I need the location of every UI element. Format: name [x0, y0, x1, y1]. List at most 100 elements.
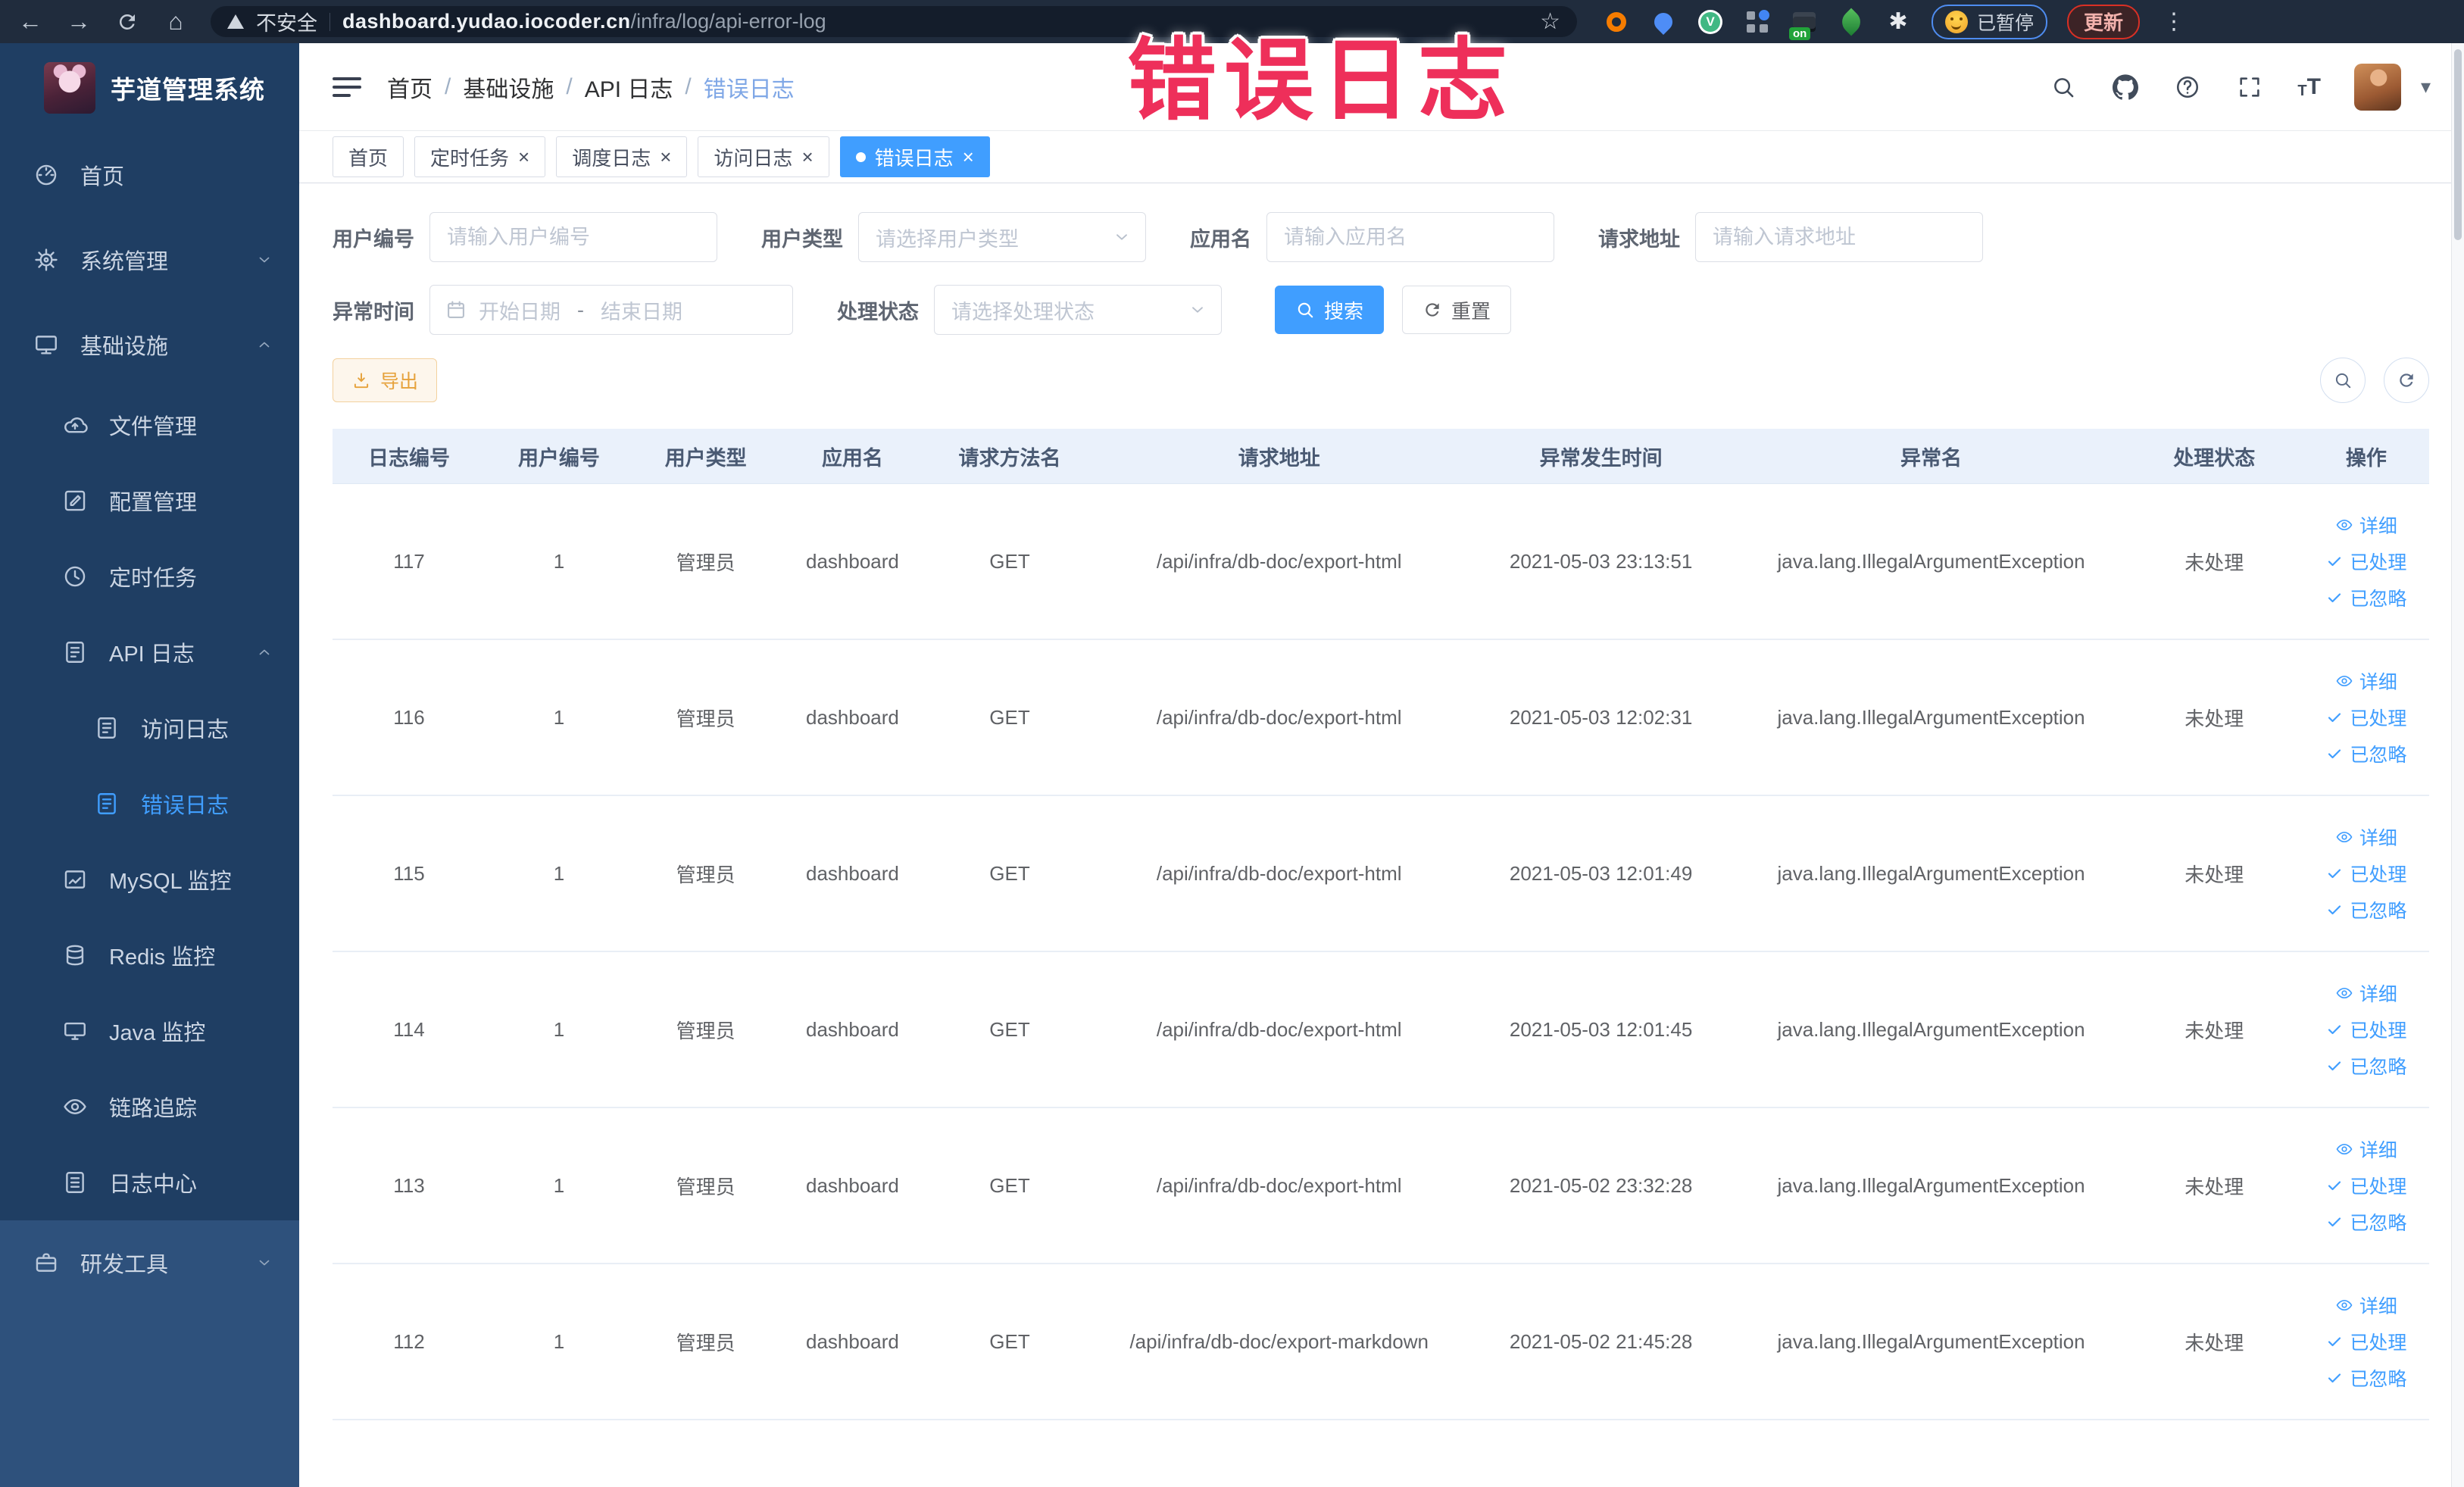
cell-user-type: 管理员 [632, 639, 779, 796]
sidebar-item-trace[interactable]: 链路追踪 [0, 1069, 299, 1145]
sidebar-logo[interactable]: 芋道管理系统 [0, 43, 299, 133]
action-ignored-link[interactable]: 已忽略 [2325, 1364, 2406, 1392]
avatar-caret-icon[interactable]: ▾ [2421, 75, 2431, 98]
action-detail-link[interactable]: 详细 [2335, 1136, 2397, 1163]
paused-extension-pill[interactable]: 已暂停 [1932, 4, 2048, 39]
check-icon [2325, 1176, 2344, 1195]
sidebar-item-label: 访问日志 [141, 718, 230, 742]
breadcrumb-separator: / [685, 73, 692, 99]
breadcrumb-home[interactable]: 首页 [387, 70, 433, 104]
action-detail-link[interactable]: 详细 [2335, 667, 2397, 695]
user-id-input[interactable] [429, 212, 717, 262]
sidebar-item-log-center[interactable]: 日志中心 [0, 1145, 299, 1220]
tab-close-icon[interactable]: × [660, 147, 671, 167]
action-processed-link[interactable]: 已处理 [2325, 860, 2406, 887]
sidebar-item-devtools[interactable]: 研发工具 [0, 1220, 299, 1305]
cell-method: GET [926, 483, 1094, 640]
action-processed-link[interactable]: 已处理 [2325, 1016, 2406, 1043]
breadcrumb-separator: / [445, 73, 451, 99]
action-processed-link[interactable]: 已处理 [2325, 548, 2406, 575]
app-name-input[interactable] [1266, 212, 1554, 262]
sidebar: 芋道管理系统 首页 系统管理 基础设施 文件管理 配置管理 定时任务 API 日志访问日志错… [0, 43, 299, 1487]
cell-user-id: 1 [486, 795, 632, 952]
search-button[interactable]: 搜索 [1275, 286, 1385, 334]
action-processed-link[interactable]: 已处理 [2325, 1172, 2406, 1199]
extension-icon-switch[interactable]: on [1789, 8, 1818, 40]
check-icon [2325, 552, 2344, 570]
tab-close-icon[interactable]: × [801, 147, 813, 167]
sidebar-item-access-logs[interactable]: 访问日志 [0, 690, 299, 766]
sidebar-item-infrastructure[interactable]: 基础设施 [0, 302, 299, 387]
process-status-placeholder: 请选择处理状态 [951, 300, 1095, 323]
scrollbar-thumb[interactable] [2454, 49, 2462, 240]
forward-icon[interactable]: → [65, 8, 92, 36]
table-row: 115 1 管理员 dashboard GET/api/infra/db-doc/exp… [333, 795, 2429, 952]
reset-button[interactable]: 重置 [1402, 286, 1512, 334]
tab-scheduled-tasks[interactable]: 定时任务 × [414, 136, 546, 177]
tab-close-icon[interactable]: × [963, 147, 974, 167]
sidebar-item-java-monitor[interactable]: Java 监控 [0, 993, 299, 1069]
extension-icon-blue-drop[interactable] [1650, 8, 1677, 36]
help-icon[interactable] [2173, 73, 2202, 102]
action-ignored-link[interactable]: 已忽略 [2325, 1052, 2406, 1079]
tab-schedule-logs[interactable]: 调度日志 × [556, 136, 688, 177]
browser-update-button[interactable]: 更新 [2067, 4, 2141, 39]
sidebar-item-label: Java 监控 [109, 1021, 206, 1045]
action-ignored-link[interactable]: 已忽略 [2325, 740, 2406, 767]
sidebar-item-system-management[interactable]: 系统管理 [0, 217, 299, 302]
sidebar-item-file-management[interactable]: 文件管理 [0, 387, 299, 463]
exception-time-range-picker[interactable]: 开始日期 - 结束日期 [429, 285, 793, 335]
font-size-icon[interactable]: TT [2297, 74, 2321, 100]
chevron-down-icon [255, 251, 273, 269]
fullscreen-icon[interactable] [2235, 73, 2264, 102]
cell-time: 2021-05-02 23:32:28 [1464, 1107, 1738, 1264]
action-detail-link[interactable]: 详细 [2335, 823, 2397, 851]
sidebar-item-home[interactable]: 首页 [0, 133, 299, 217]
sidebar-item-config-management[interactable]: 配置管理 [0, 463, 299, 539]
home-icon[interactable]: ⌂ [162, 8, 189, 36]
avatar[interactable] [2353, 63, 2401, 111]
reload-icon[interactable] [114, 8, 141, 36]
process-status-select[interactable]: 请选择处理状态 [934, 285, 1222, 335]
tab-home[interactable]: 首页 [333, 136, 404, 177]
action-detail-link[interactable]: 详细 [2335, 979, 2397, 1007]
extension-icon-grid[interactable] [1744, 8, 1771, 36]
tab-close-icon[interactable]: × [518, 147, 529, 167]
action-ignored-link[interactable]: 已忽略 [2325, 584, 2406, 611]
back-icon[interactable]: ← [17, 8, 44, 36]
cell-app-name: dashboard [779, 1107, 926, 1264]
action-detail-link[interactable]: 详细 [2335, 1292, 2397, 1319]
sidebar-item-redis-monitor[interactable]: Redis 监控 [0, 917, 299, 993]
bookmark-star-icon[interactable]: ☆ [1540, 8, 1560, 35]
extensions-puzzle-icon[interactable]: ✱ [1885, 8, 1912, 36]
app-title: 芋道管理系统 [111, 76, 265, 104]
extension-icon-orange[interactable] [1603, 8, 1630, 36]
sidebar-item-scheduled-tasks[interactable]: 定时任务 [0, 539, 299, 614]
action-processed-link[interactable]: 已处理 [2325, 704, 2406, 731]
action-ignored-link[interactable]: 已忽略 [2325, 896, 2406, 923]
tab-access-logs[interactable]: 访问日志 × [698, 136, 829, 177]
user-type-select[interactable]: 请选择用户类型 [858, 212, 1146, 262]
action-detail-link[interactable]: 详细 [2335, 511, 2397, 539]
cell-operations: 详细 已处理 已忽略 [2303, 483, 2429, 640]
breadcrumb-api-logs[interactable]: API 日志 [585, 70, 673, 104]
sidebar-item-mysql-monitor[interactable]: MySQL 监控 [0, 842, 299, 917]
header-search-icon[interactable] [2049, 73, 2078, 102]
refresh-button[interactable] [2384, 358, 2429, 403]
extension-icon-vue-devtools[interactable]: V [1697, 8, 1724, 36]
cell-request-url: /api/infra/db-doc/export-html [1093, 1107, 1465, 1264]
collapse-sidebar-icon[interactable] [333, 77, 361, 97]
sidebar-item-api-logs[interactable]: API 日志 [0, 614, 299, 690]
cell-exception: java.lang.IllegalArgumentException [1737, 483, 2125, 640]
request-url-input[interactable] [1695, 212, 1983, 262]
sidebar-item-error-logs[interactable]: 错误日志 [0, 766, 299, 842]
browser-menu-icon[interactable]: ⋮ [2163, 8, 2185, 35]
action-processed-link[interactable]: 已处理 [2325, 1328, 2406, 1355]
tab-error-logs[interactable]: 错误日志 × [839, 136, 990, 177]
github-icon[interactable] [2111, 73, 2140, 102]
export-button[interactable]: 导出 [333, 358, 438, 402]
toggle-search-button[interactable] [2320, 358, 2366, 403]
breadcrumb-infrastructure[interactable]: 基础设施 [463, 70, 554, 104]
extension-icon-leaf[interactable] [1837, 8, 1866, 36]
action-ignored-link[interactable]: 已忽略 [2325, 1208, 2406, 1236]
